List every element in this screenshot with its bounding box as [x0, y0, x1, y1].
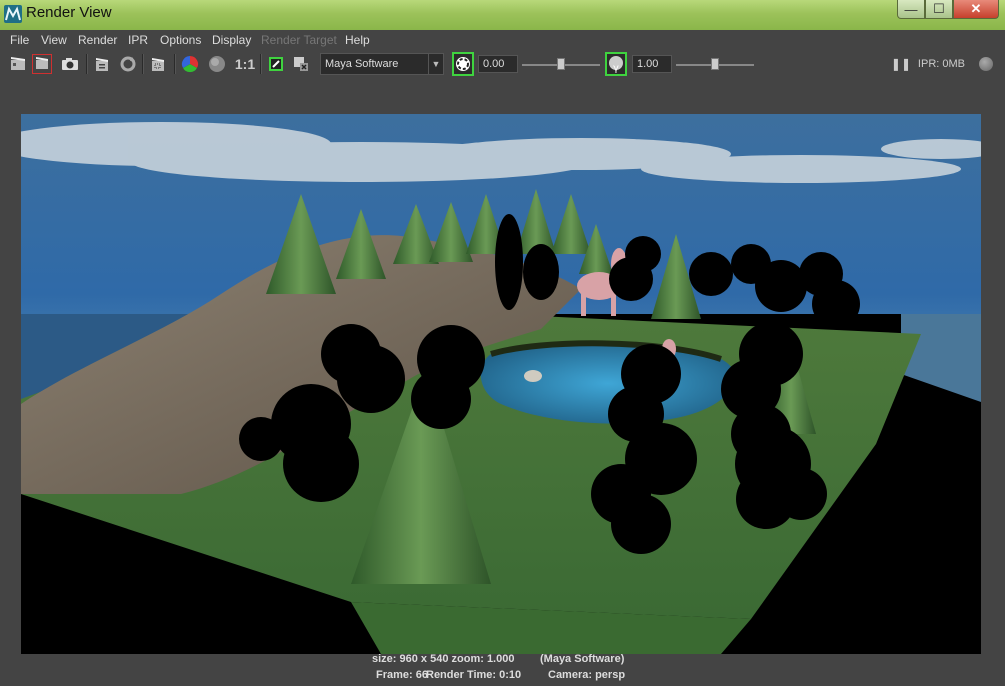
menu-render-target: Render Target: [261, 33, 337, 47]
camera-label: Camera: persp: [548, 669, 626, 681]
rendered-image[interactable]: [21, 114, 981, 654]
menu-view[interactable]: View: [41, 33, 67, 47]
menu-help[interactable]: Help: [345, 33, 370, 47]
real-size-icon[interactable]: 1:1: [233, 54, 257, 74]
render-scene: [21, 114, 981, 654]
gamma-badge: γ: [613, 63, 619, 73]
alpha-channel-icon[interactable]: [207, 54, 227, 74]
exposure-field[interactable]: 0.00: [478, 55, 518, 73]
gamma-slider[interactable]: [676, 58, 754, 70]
ipr-memory-status: IPR: 0MB: [917, 58, 965, 70]
minimize-button[interactable]: —: [897, 0, 925, 19]
toolbar: 1:1 Maya Software ▼ 0.00 γ 1.00 ❚❚ IPR: …: [4, 50, 1001, 80]
tree-stump: [524, 370, 542, 382]
snapshot-icon[interactable]: [60, 54, 80, 74]
render-icon[interactable]: [8, 54, 28, 74]
gamma-slider-knob[interactable]: [711, 58, 719, 70]
pause-ipr-icon[interactable]: ❚❚: [891, 57, 911, 71]
title-bar: Render View — ☐ ✕: [0, 0, 1005, 30]
menu-ipr[interactable]: IPR: [128, 33, 148, 47]
render-time-label: Render Time: 0:10: [426, 669, 522, 681]
remove-image-icon[interactable]: [291, 54, 311, 74]
frame-label: Frame: 66: [376, 669, 428, 681]
menu-bar: File View Render IPR Options Display Ren…: [4, 30, 1001, 50]
exposure-slider-knob[interactable]: [557, 58, 565, 70]
exposure-slider[interactable]: [522, 58, 600, 70]
gamma-icon[interactable]: γ: [605, 52, 627, 76]
close-button[interactable]: ✕: [953, 0, 999, 19]
renderer-select-value: Maya Software: [325, 58, 399, 70]
menu-display[interactable]: Display: [212, 33, 251, 47]
menu-file[interactable]: File: [10, 33, 29, 47]
window-title: Render View: [26, 4, 112, 21]
ipr-render-icon[interactable]: [92, 54, 112, 74]
menu-render[interactable]: Render: [78, 33, 117, 47]
renderer-label: (Maya Software): [540, 653, 625, 665]
rgb-channels-icon[interactable]: [180, 54, 200, 74]
refresh-ipr-icon[interactable]: [118, 54, 138, 74]
redo-render-icon[interactable]: [32, 54, 52, 74]
gamma-field[interactable]: 1.00: [632, 55, 672, 73]
keep-image-icon[interactable]: [266, 54, 286, 74]
window-controls: — ☐ ✕: [897, 0, 999, 20]
maximize-button[interactable]: ☐: [925, 0, 953, 19]
chevron-down-icon: ▼: [428, 54, 443, 74]
size-zoom-label: size: 960 x 540 zoom: 1.000: [372, 653, 515, 665]
ipr-indicator-icon: [979, 57, 993, 71]
menu-options[interactable]: Options: [160, 33, 201, 47]
exposure-icon[interactable]: [452, 52, 474, 76]
maya-app-icon: [4, 5, 22, 23]
region-render-icon[interactable]: [148, 54, 168, 74]
renderer-select[interactable]: Maya Software ▼: [320, 53, 444, 75]
